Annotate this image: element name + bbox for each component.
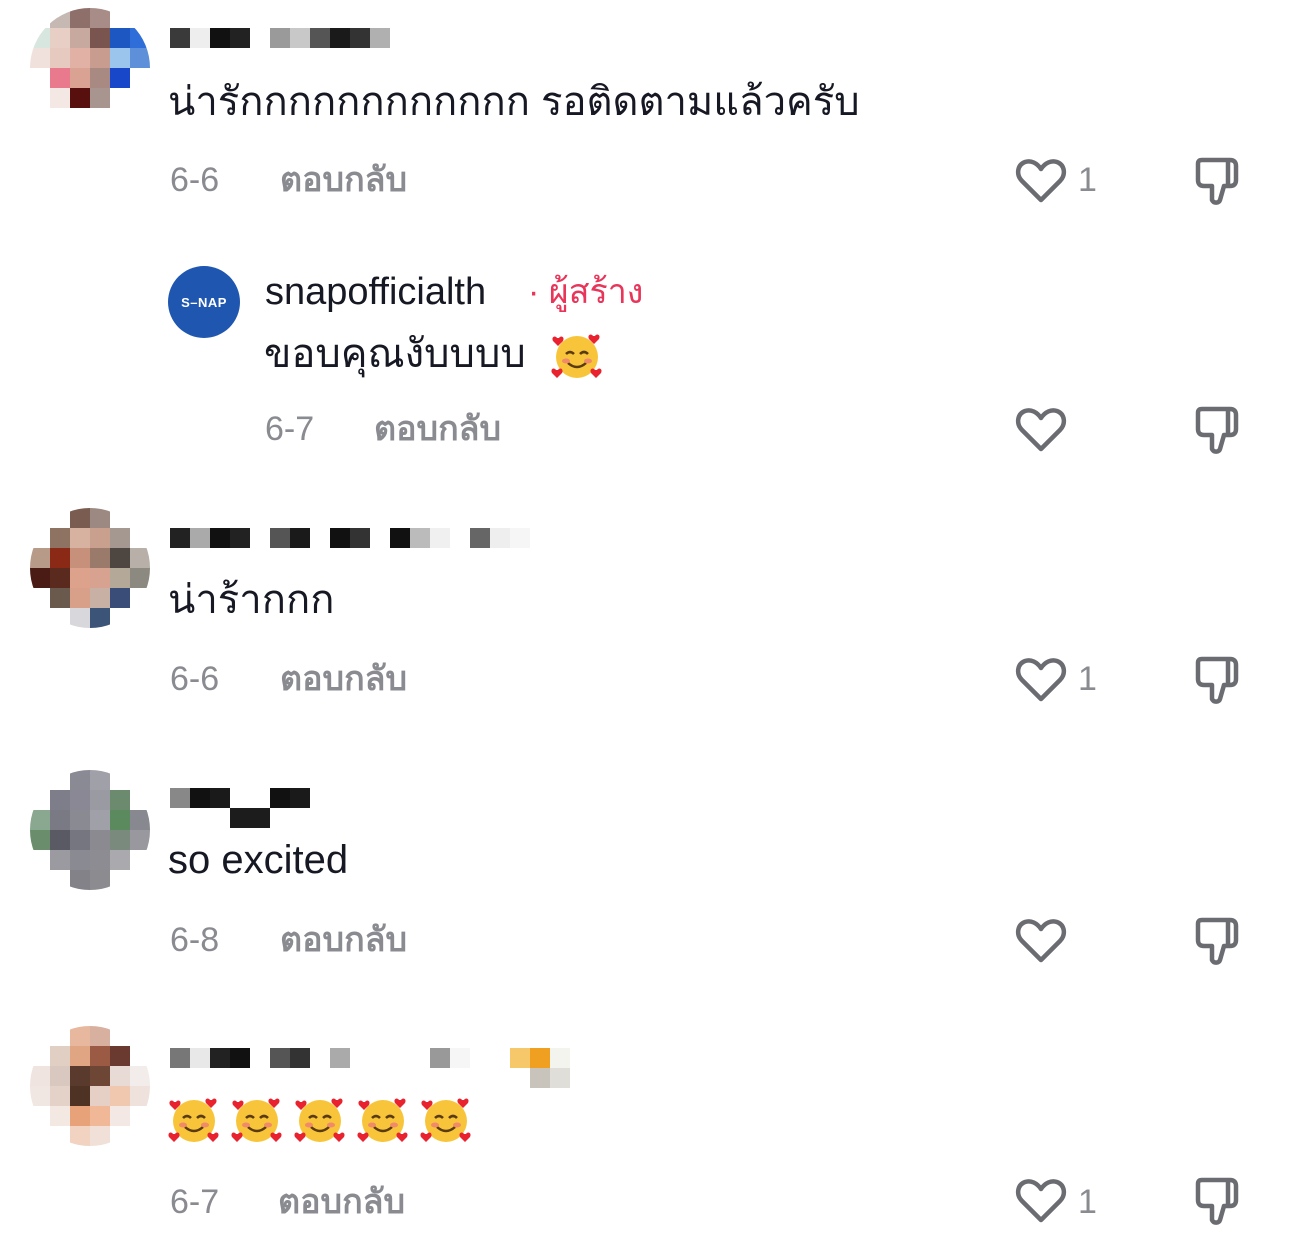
comment-text: น่าร้ากกก xyxy=(168,578,335,622)
smiling-face-with-hearts-icon xyxy=(551,334,602,379)
heart-icon[interactable] xyxy=(1013,152,1069,208)
heart-icon[interactable] xyxy=(1013,1172,1069,1228)
smiling-face-with-hearts-icon xyxy=(294,1098,345,1143)
username-blurred[interactable] xyxy=(170,528,530,548)
like-count: 1 xyxy=(1078,660,1097,698)
heart-icon[interactable] xyxy=(1013,401,1069,457)
reply-button[interactable]: ตอบกลับ xyxy=(374,409,501,449)
dislike-icon[interactable] xyxy=(1190,152,1246,208)
smiling-face-with-hearts-icon xyxy=(357,1098,408,1143)
comment-text: so excited xyxy=(168,838,349,882)
dislike-icon[interactable] xyxy=(1190,1172,1246,1228)
emoji-row xyxy=(168,1094,483,1146)
reply-button[interactable]: ตอบกลับ xyxy=(278,1182,405,1222)
reply-text: ขอบคุณงับบบบ xyxy=(264,332,526,376)
reply-button[interactable]: ตอบกลับ xyxy=(280,160,407,200)
comment-date: 6-6 xyxy=(170,161,220,199)
avatar[interactable] xyxy=(30,508,150,628)
smiling-face-with-hearts-icon xyxy=(420,1098,471,1143)
comment-text: น่ารักกกกกกกกกกกก รอติดตามแล้วครับ xyxy=(168,80,860,124)
avatar[interactable] xyxy=(30,8,150,128)
dislike-icon[interactable] xyxy=(1190,401,1246,457)
heart-icon[interactable] xyxy=(1013,912,1069,968)
heart-icon[interactable] xyxy=(1013,651,1069,707)
smiling-face-with-hearts-icon xyxy=(168,1098,219,1143)
username-blurred-tail xyxy=(230,808,270,828)
creator-avatar[interactable]: S–NAP xyxy=(168,266,240,338)
like-count: 1 xyxy=(1078,1183,1097,1221)
reply-date: 6-7 xyxy=(265,410,315,448)
like-count: 1 xyxy=(1078,161,1097,199)
avatar[interactable] xyxy=(30,770,150,890)
comment-date: 6-7 xyxy=(170,1183,220,1221)
avatar[interactable] xyxy=(30,1026,150,1146)
comment-date: 6-6 xyxy=(170,660,220,698)
creator-badge: · ผู้สร้าง xyxy=(528,273,644,311)
username-blurred[interactable] xyxy=(170,28,390,48)
comment-date: 6-8 xyxy=(170,921,220,959)
reply-text-row: ขอบคุณงับบบบ xyxy=(264,330,603,382)
reply-button[interactable]: ตอบกลับ xyxy=(280,920,407,960)
dislike-icon[interactable] xyxy=(1190,651,1246,707)
username-blurred[interactable] xyxy=(170,1048,570,1068)
username-blurred[interactable] xyxy=(170,788,310,808)
creator-username[interactable]: snapofficialth xyxy=(265,270,486,314)
dislike-icon[interactable] xyxy=(1190,912,1246,968)
smiling-face-with-hearts-icon xyxy=(231,1098,282,1143)
username-blurred-tail xyxy=(530,1068,570,1088)
reply-button[interactable]: ตอบกลับ xyxy=(280,659,407,699)
